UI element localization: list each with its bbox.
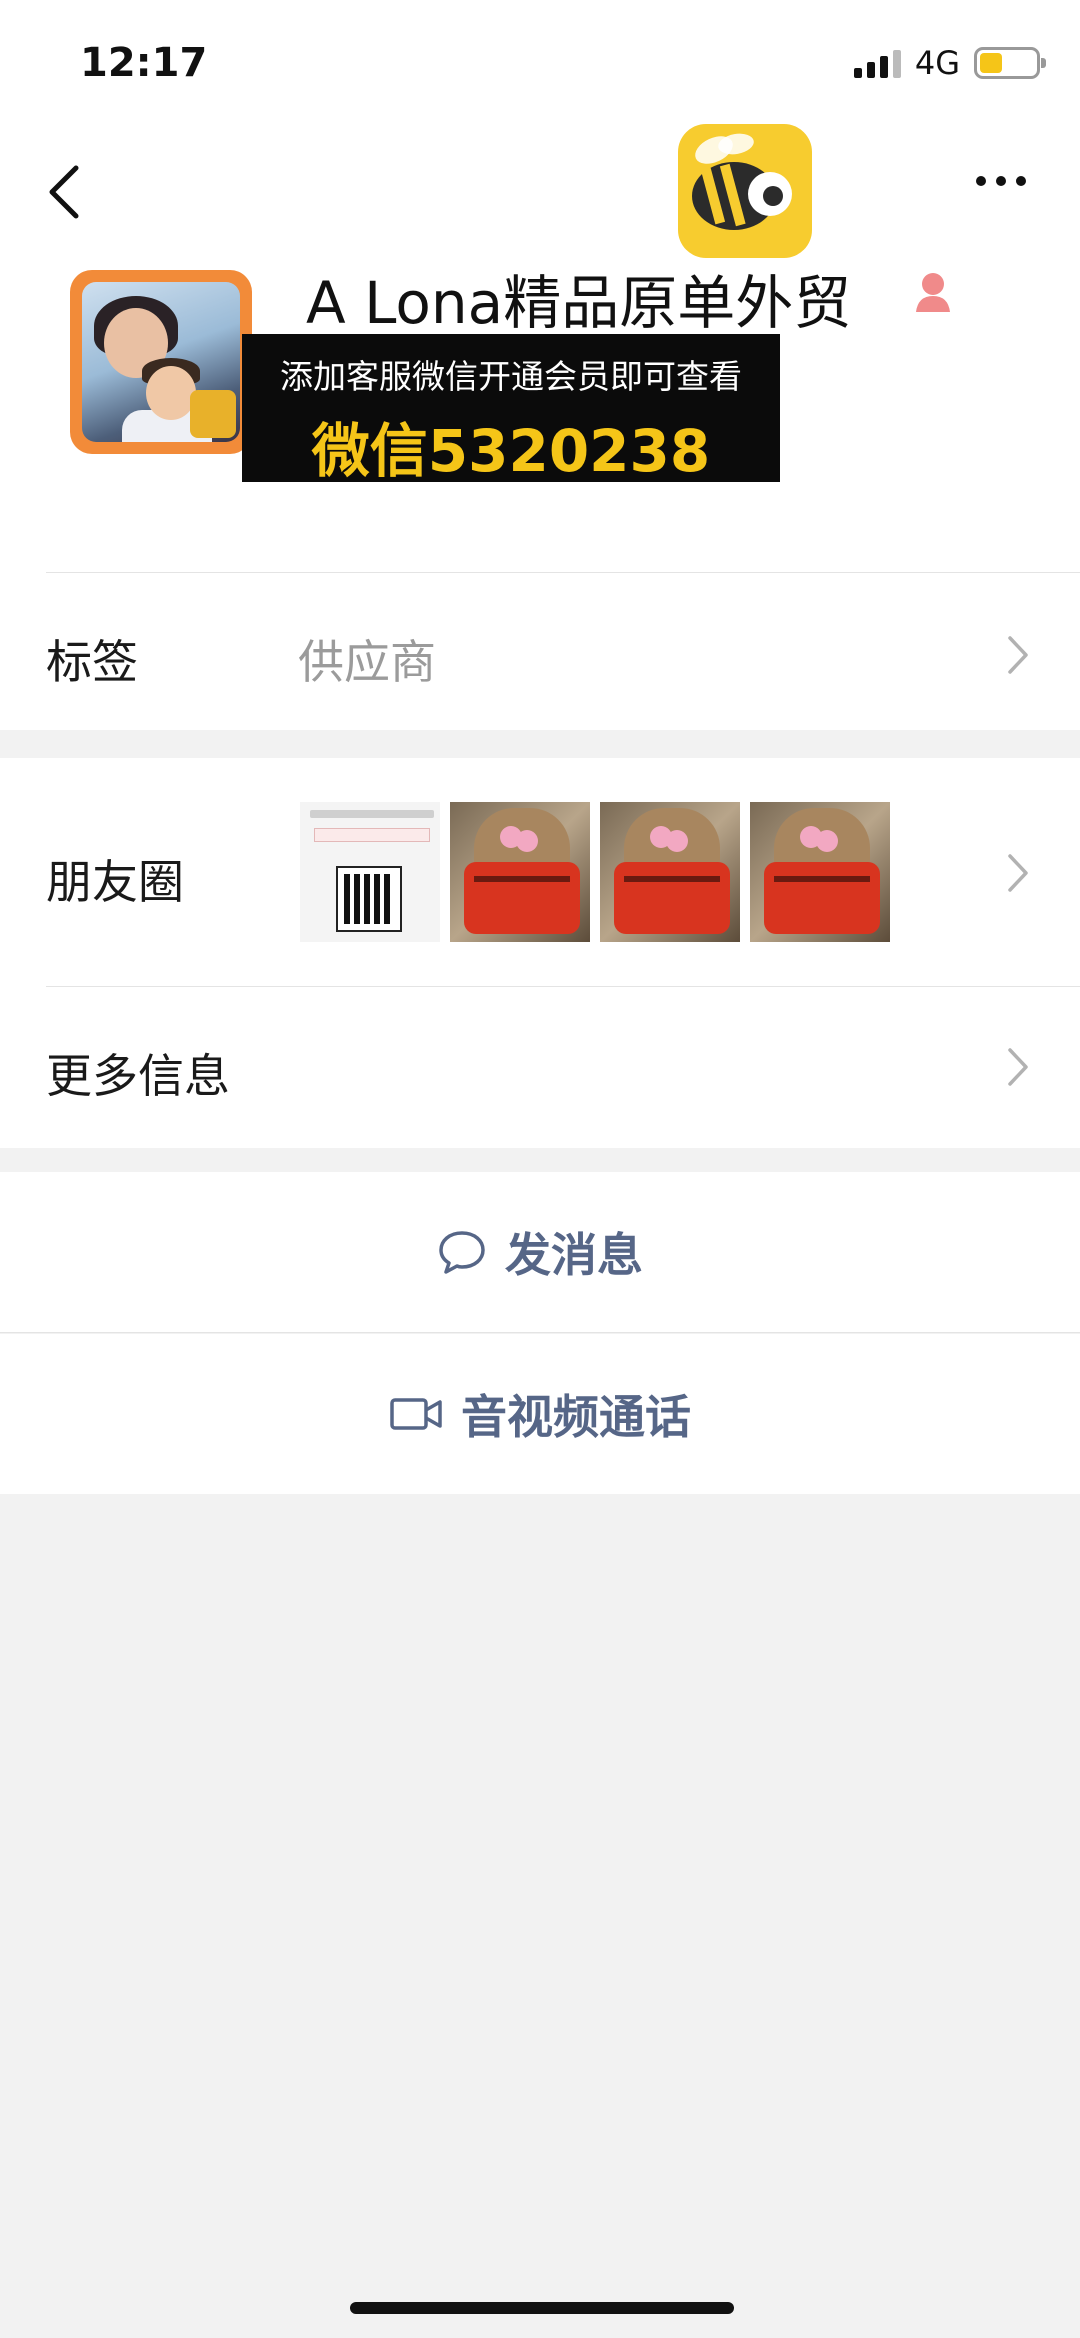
bee-logo-icon <box>678 124 812 258</box>
chevron-right-icon[interactable] <box>1006 1046 1030 1088</box>
moments-thumbnail[interactable] <box>750 802 890 942</box>
divider <box>46 572 1080 573</box>
chevron-right-icon[interactable] <box>1006 852 1030 894</box>
av-call-label: 音视频通话 <box>461 1390 691 1444</box>
avatar[interactable] <box>70 270 252 454</box>
send-message-button[interactable]: 发消息 <box>0 1172 1080 1332</box>
more-icon[interactable] <box>976 176 1026 186</box>
more-info-row-label[interactable]: 更多信息 <box>46 1040 230 1106</box>
network-label: 4G <box>914 44 960 82</box>
moments-thumbnail[interactable] <box>300 802 440 942</box>
tag-row-value[interactable]: 供应商 <box>298 626 436 692</box>
chevron-right-icon[interactable] <box>1006 634 1030 676</box>
moments-thumbnail[interactable] <box>600 802 740 942</box>
tag-row-label[interactable]: 标签 <box>46 626 138 692</box>
battery-icon <box>974 47 1046 79</box>
female-icon <box>916 273 950 312</box>
promo-text: 添加客服微信开通会员即可查看 <box>280 357 742 396</box>
moments-thumbnail[interactable] <box>450 802 590 942</box>
av-call-button[interactable]: 音视频通话 <box>0 1334 1080 1494</box>
contact-name: A Lona精品原单外贸 <box>306 269 852 337</box>
moments-row-label[interactable]: 朋友圈 <box>46 846 184 912</box>
back-icon[interactable] <box>46 164 82 220</box>
home-indicator[interactable] <box>350 2302 734 2314</box>
send-message-label: 发消息 <box>505 1228 643 1282</box>
status-indicators: 4G <box>853 44 1046 82</box>
divider <box>46 986 1080 987</box>
status-time: 12:17 <box>80 40 208 86</box>
signal-icon <box>853 48 901 78</box>
promo-banner: 添加客服微信开通会员即可查看 微信5320238 <box>242 334 780 485</box>
promo-wechat-id: 微信5320238 <box>311 417 711 485</box>
chat-bubble-icon <box>439 1231 485 1274</box>
video-camera-icon <box>390 1398 442 1430</box>
divider <box>0 1332 1080 1333</box>
